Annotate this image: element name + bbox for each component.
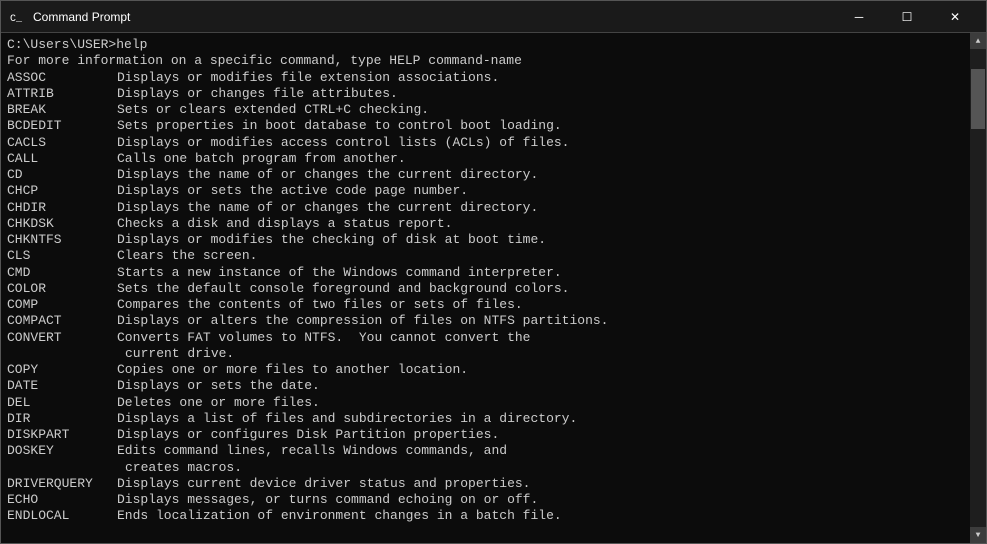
cmd-convert-1: CONVERTConverts FAT volumes to NTFS. You… bbox=[7, 330, 964, 346]
cmd-cmd: CMDStarts a new instance of the Windows … bbox=[7, 265, 964, 281]
intro-line: For more information on a specific comma… bbox=[7, 53, 964, 69]
scroll-down-arrow[interactable]: ▼ bbox=[970, 527, 986, 543]
title-bar: C_ Command Prompt ─ ☐ ✕ bbox=[1, 1, 986, 33]
vertical-scrollbar[interactable]: ▲ ▼ bbox=[970, 33, 986, 543]
scrollbar-thumb[interactable] bbox=[971, 69, 985, 129]
terminal-output[interactable]: C:\Users\USER>help For more information … bbox=[1, 33, 970, 543]
window-controls: ─ ☐ ✕ bbox=[836, 1, 978, 33]
prompt-text: C:\Users\USER>help bbox=[7, 37, 147, 52]
cmd-cls: CLSClears the screen. bbox=[7, 248, 964, 264]
cmd-chdir: CHDIRDisplays the name of or changes the… bbox=[7, 200, 964, 216]
cmd-color: COLORSets the default console foreground… bbox=[7, 281, 964, 297]
scrollbar-track[interactable] bbox=[970, 49, 986, 527]
command-prompt-window: C_ Command Prompt ─ ☐ ✕ C:\Users\USER>he… bbox=[0, 0, 987, 544]
cmd-doskey-1: DOSKEYEdits command lines, recalls Windo… bbox=[7, 443, 964, 459]
app-icon: C_ bbox=[9, 9, 25, 25]
cmd-cacls: CACLSDisplays or modifies access control… bbox=[7, 135, 964, 151]
prompt-line: C:\Users\USER>help bbox=[7, 37, 964, 53]
cmd-del: DELDeletes one or more files. bbox=[7, 395, 964, 411]
cmd-assoc: ASSOCDisplays or modifies file extension… bbox=[7, 70, 964, 86]
cmd-endlocal: ENDLOCALEnds localization of environment… bbox=[7, 508, 964, 524]
cmd-break: BREAKSets or clears extended CTRL+C chec… bbox=[7, 102, 964, 118]
cmd-convert-2: current drive. bbox=[7, 346, 964, 362]
cmd-diskpart: DISKPARTDisplays or configures Disk Part… bbox=[7, 427, 964, 443]
cmd-dir: DIRDisplays a list of files and subdirec… bbox=[7, 411, 964, 427]
maximize-button[interactable]: ☐ bbox=[884, 1, 930, 33]
svg-text:C_: C_ bbox=[10, 14, 23, 25]
cmd-echo: ECHODisplays messages, or turns command … bbox=[7, 492, 964, 508]
cmd-copy: COPYCopies one or more files to another … bbox=[7, 362, 964, 378]
cmd-cd: CDDisplays the name of or changes the cu… bbox=[7, 167, 964, 183]
cmd-date: DATEDisplays or sets the date. bbox=[7, 378, 964, 394]
cmd-attrib: ATTRIBDisplays or changes file attribute… bbox=[7, 86, 964, 102]
close-button[interactable]: ✕ bbox=[932, 1, 978, 33]
cmd-comp: COMPCompares the contents of two files o… bbox=[7, 297, 964, 313]
cmd-chkdsk: CHKDSKChecks a disk and displays a statu… bbox=[7, 216, 964, 232]
cmd-compact: COMPACTDisplays or alters the compressio… bbox=[7, 313, 964, 329]
cmd-chcp: CHCPDisplays or sets the active code pag… bbox=[7, 183, 964, 199]
cmd-bcdedit: BCDEDITSets properties in boot database … bbox=[7, 118, 964, 134]
cmd-call: CALLCalls one batch program from another… bbox=[7, 151, 964, 167]
cmd-chkntfs: CHKNTFSDisplays or modifies the checking… bbox=[7, 232, 964, 248]
scroll-up-arrow[interactable]: ▲ bbox=[970, 33, 986, 49]
cmd-driverquery: DRIVERQUERYDisplays current device drive… bbox=[7, 476, 964, 492]
minimize-button[interactable]: ─ bbox=[836, 1, 882, 33]
cmd-doskey-2: creates macros. bbox=[7, 460, 964, 476]
content-area: C:\Users\USER>help For more information … bbox=[1, 33, 986, 543]
window-title: Command Prompt bbox=[33, 10, 836, 24]
